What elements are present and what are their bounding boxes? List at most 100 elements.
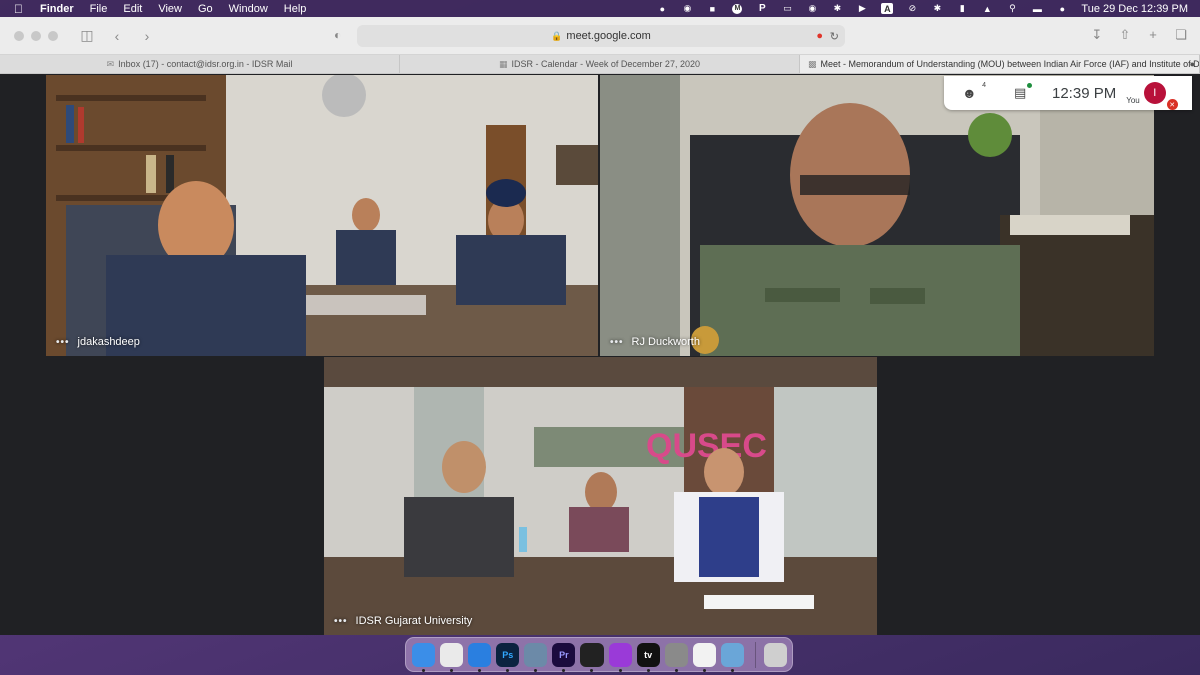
avatar-initial: I: [1153, 87, 1157, 99]
participant-name: RJ Duckworth: [631, 336, 700, 348]
back-icon[interactable]: ‹: [109, 28, 125, 44]
privacy-shield-icon[interactable]: ◐: [334, 28, 341, 42]
tab-inbox[interactable]: ✉ Inbox (17) - contact@idsr.org.in - IDS…: [0, 55, 400, 73]
siri-icon[interactable]: ●: [1056, 3, 1068, 14]
meet-clock: 12:39 PM: [1052, 84, 1117, 102]
video-tile-jdakashdeep[interactable]: ••• jdakashdeep: [46, 75, 598, 356]
video-tile-rj-duckworth[interactable]: ••• RJ Duckworth: [600, 75, 1154, 356]
dock-chrome-icon[interactable]: [440, 642, 464, 672]
address-bar[interactable]: 🔒 meet.google.com ● ↻: [357, 25, 845, 47]
sidebar-toggle-icon[interactable]: ◫: [79, 27, 95, 44]
running-indicator: [450, 668, 454, 672]
dock-podcasts-icon[interactable]: [608, 642, 632, 672]
camera-icon: ▩: [808, 58, 817, 69]
more-options-icon[interactable]: •••: [334, 616, 348, 627]
dock-app-label: tv: [644, 649, 653, 660]
reload-icon[interactable]: ↻: [830, 30, 839, 43]
tab-calendar[interactable]: ▦ IDSR - Calendar - Week of December 27,…: [400, 55, 800, 73]
running-indicator: [534, 668, 538, 672]
participant-label: ••• IDSR Gujarat University: [334, 615, 472, 627]
dock-screen-sharing-icon[interactable]: [720, 642, 744, 672]
mic-in-use-icon[interactable]: ●: [816, 30, 823, 42]
people-icon[interactable]: ☻ 4: [962, 82, 986, 101]
browser-toolbar: ◫ ‹ › ◐ 🔒 meet.google.com ● ↻ ↧ ⇧ + ❏: [0, 17, 1200, 55]
running-indicator: [478, 668, 482, 672]
dock-finder-icon[interactable]: [412, 642, 436, 672]
calendar-icon: ▦: [499, 58, 508, 69]
play-icon[interactable]: ▶: [856, 3, 868, 14]
tab-bar: ✉ Inbox (17) - contact@idsr.org.in - IDS…: [0, 55, 1200, 74]
search-icon[interactable]: ⚲: [1006, 3, 1018, 14]
muted-mic-icon: ✕: [1166, 99, 1178, 110]
menu-go[interactable]: Go: [198, 3, 213, 15]
menu-app-name[interactable]: Finder: [40, 3, 74, 15]
video-feed: [46, 75, 598, 356]
dock-final-cut-icon[interactable]: [580, 642, 604, 672]
dock-premiere-icon[interactable]: Pr: [552, 642, 576, 672]
bluetooth-icon[interactable]: ✱: [831, 3, 843, 14]
running-indicator: [674, 668, 678, 672]
a-input-icon[interactable]: A: [881, 3, 894, 14]
display-icon[interactable]: ▭: [781, 3, 793, 14]
wifi-off-icon[interactable]: ⊘: [906, 3, 918, 14]
close-window-button[interactable]: [14, 30, 24, 41]
dock-preview-icon[interactable]: [524, 642, 548, 672]
menu-file[interactable]: File: [90, 3, 108, 15]
running-indicator: [730, 668, 734, 672]
dock-app-label: Pr: [559, 649, 569, 660]
menu-edit[interactable]: Edit: [123, 3, 142, 15]
apple-menu-icon[interactable]: : [14, 2, 26, 16]
participant-label: ••• RJ Duckworth: [610, 336, 700, 348]
avatar[interactable]: I ✕: [1143, 82, 1178, 110]
window-controls: [0, 30, 65, 41]
mic-icon[interactable]: ●: [656, 3, 668, 14]
dock-trash-icon[interactable]: [763, 642, 787, 667]
more-options-icon[interactable]: •••: [56, 337, 70, 348]
video-tile-idsr-gujarat-university[interactable]: QUSEC ••• IDSR Gujarat University: [324, 357, 877, 635]
running-indicator: [506, 668, 510, 672]
new-tab-icon[interactable]: +: [1146, 27, 1160, 43]
minimize-window-button[interactable]: [31, 30, 41, 41]
eye-icon[interactable]: ◉: [806, 3, 818, 14]
dock-system-preferences-icon[interactable]: [664, 642, 688, 672]
menu-view[interactable]: View: [158, 3, 182, 15]
macos-dock: Ps Pr tv: [405, 637, 793, 672]
running-indicator: [562, 668, 566, 672]
paint-icon[interactable]: ◉: [681, 3, 693, 14]
tab-title: IDSR - Calendar - Week of December 27, 2…: [511, 59, 700, 69]
running-indicator: [422, 668, 425, 672]
participant-label: ••• jdakashdeep: [56, 336, 140, 348]
running-indicator: [646, 668, 650, 672]
m-icon[interactable]: M: [731, 3, 743, 14]
dock-separator: [754, 641, 756, 668]
running-indicator: [590, 668, 594, 672]
dock-photoshop-icon[interactable]: Ps: [496, 642, 520, 672]
dock-app-store-utility-icon[interactable]: [692, 642, 716, 672]
forward-icon[interactable]: ›: [139, 28, 155, 44]
tab-meet[interactable]: ▩ Meet - Memorandum of Understanding (MO…: [800, 55, 1200, 73]
dock-apple-tv-icon[interactable]: tv: [636, 642, 660, 672]
download-icon[interactable]: ↧: [1090, 27, 1104, 43]
video-feed: QUSEC: [324, 357, 877, 635]
tab-title: Meet - Memorandum of Understanding (MOU)…: [820, 59, 1200, 69]
chat-icon[interactable]: ▤: [1014, 83, 1032, 101]
macos-menubar:  Finder File Edit View Go Window Help ●…: [0, 0, 1200, 17]
dock-safari-icon[interactable]: [468, 642, 492, 672]
tab-overview-icon[interactable]: ❏: [1174, 27, 1188, 43]
menu-window[interactable]: Window: [229, 3, 268, 15]
meet-stage: ••• jdakashdeep ••• RJ Duckworth QUSEC •…: [0, 74, 1200, 635]
wifi-icon[interactable]: ▲: [981, 3, 993, 14]
menubar-clock[interactable]: Tue 29 Dec 12:39 PM: [1081, 3, 1188, 15]
menu-help[interactable]: Help: [284, 3, 307, 15]
battery-icon[interactable]: ▮: [956, 3, 968, 14]
qusec-logo: QUSEC: [646, 427, 767, 465]
browser-window: ◫ ‹ › ◐ 🔒 meet.google.com ● ↻ ↧ ⇧ + ❏ ✉ …: [0, 17, 1200, 635]
zoom-window-button[interactable]: [48, 30, 58, 41]
lock-icon: 🔒: [551, 30, 563, 41]
control-center-icon[interactable]: ▬: [1031, 3, 1043, 14]
share-icon[interactable]: ⇧: [1118, 27, 1132, 43]
bluetooth-icon-2[interactable]: ✱: [931, 3, 943, 14]
stop-icon[interactable]: ■: [706, 3, 718, 14]
p-icon[interactable]: P: [756, 3, 768, 14]
more-options-icon[interactable]: •••: [610, 337, 624, 348]
